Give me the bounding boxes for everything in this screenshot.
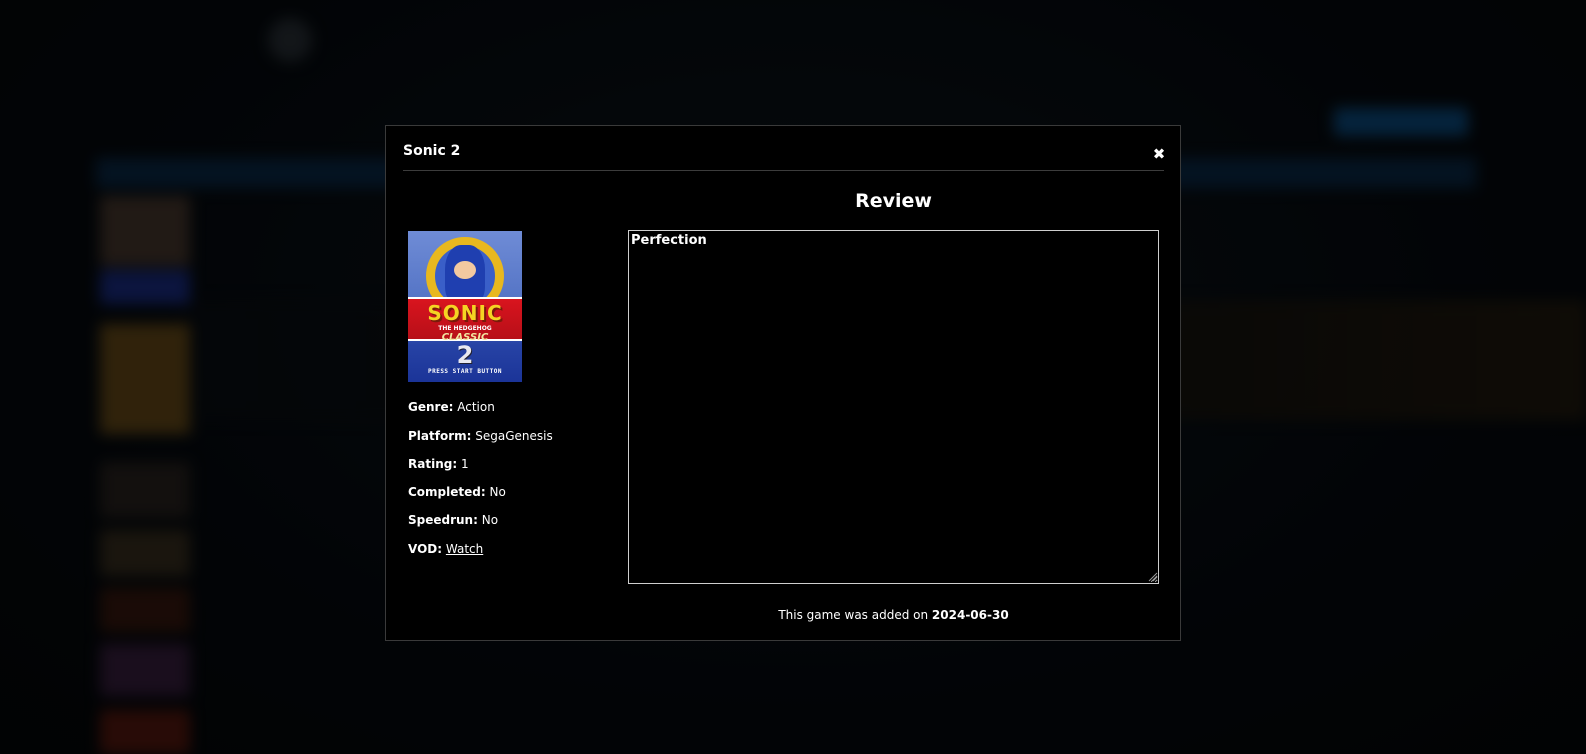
completed-value: No (489, 485, 506, 499)
cover-character-face (454, 261, 476, 279)
cover-subtitle: THE HEDGEHOG (438, 325, 492, 332)
game-cover-image: SONIC THE HEDGEHOG CLASSIC 2 PRESS START… (408, 231, 522, 382)
resize-handle-icon[interactable] (1146, 570, 1158, 582)
vod-watch-link[interactable]: Watch (446, 542, 483, 556)
vod-row: VOD: Watch (408, 542, 483, 556)
added-date-line: This game was added on 2024-06-30 (628, 608, 1159, 622)
genre-label: Genre: (408, 400, 454, 414)
review-heading: Review (855, 190, 932, 212)
platform-row: Platform: SegaGenesis (408, 429, 553, 443)
genre-row: Genre: Action (408, 400, 495, 414)
speedrun-value: No (481, 513, 499, 527)
game-details-modal: Sonic 2 ✖ Review SONIC THE HEDGEHOG CLAS… (385, 125, 1181, 641)
completed-label: Completed: (408, 485, 486, 499)
speedrun-label: Speedrun: (408, 513, 478, 527)
rating-label: Rating: (408, 457, 458, 471)
rating-row: Rating: 1 (408, 457, 469, 471)
added-date: 2024-06-30 (931, 608, 1009, 622)
added-prefix: This game was added on (778, 608, 929, 622)
platform-label: Platform: (408, 429, 472, 443)
cover-prompt: PRESS START BUTTON (427, 368, 503, 375)
speedrun-row: Speedrun: No (408, 513, 498, 527)
cover-title: SONIC (427, 301, 503, 325)
rating-value: 1 (460, 457, 469, 471)
modal-title: Sonic 2 (403, 143, 461, 159)
modal-divider (403, 170, 1164, 171)
completed-row: Completed: No (408, 485, 506, 499)
cover-number: 2 (456, 341, 474, 369)
platform-value: SegaGenesis (475, 429, 553, 443)
genre-value: Action (457, 400, 495, 414)
review-textarea[interactable]: Perfection (628, 230, 1159, 584)
close-icon[interactable]: ✖ (1151, 146, 1167, 162)
vod-label: VOD: (408, 542, 443, 556)
